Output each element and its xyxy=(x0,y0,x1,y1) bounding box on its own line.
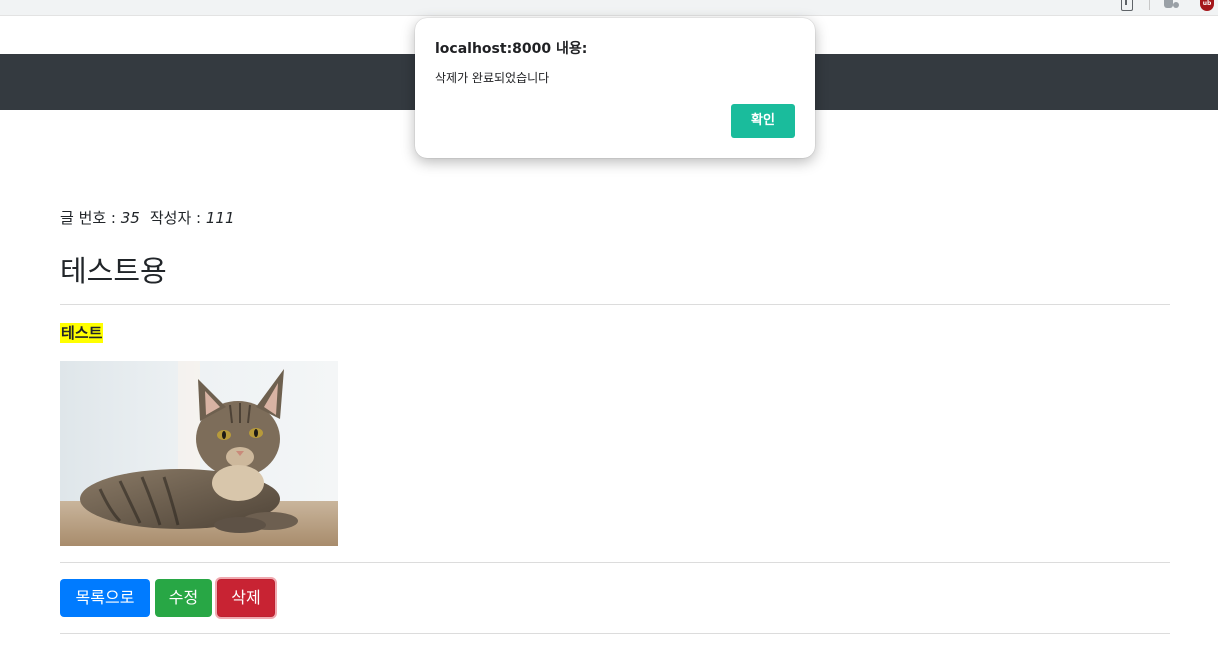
browser-toolbar: ub xyxy=(0,0,1218,16)
edit-button[interactable]: 수정 xyxy=(155,579,212,617)
bottom-divider xyxy=(60,633,1170,634)
toolbar-divider xyxy=(1149,0,1150,10)
delete-button[interactable]: 삭제 xyxy=(217,579,275,617)
post-image xyxy=(60,361,338,546)
post-author-label: 작성자 : xyxy=(149,209,206,227)
dialog-title: localhost:8000 내용: xyxy=(435,41,588,57)
content-divider xyxy=(60,562,1170,563)
share-icon[interactable] xyxy=(1121,0,1133,11)
alert-dialog: localhost:8000 내용: 삭제가 완료되었습니다 확인 xyxy=(415,18,815,158)
post-author-value: 111 xyxy=(205,209,235,227)
post-number-value: 35 xyxy=(120,209,140,227)
title-divider xyxy=(60,304,1170,305)
post-title: 테스트용 xyxy=(60,254,167,288)
cat-image-illustration xyxy=(60,361,338,546)
post-highlighted-text: 테스트 xyxy=(60,323,104,343)
post-number-label: 글 번호 : xyxy=(60,209,121,227)
dialog-ok-button[interactable]: 확인 xyxy=(731,104,795,138)
post-meta: 글 번호 : 35 작성자 : 111 xyxy=(60,207,235,229)
back-to-list-button[interactable]: 목록으로 xyxy=(60,579,150,617)
extensions-icon[interactable] xyxy=(1164,0,1180,10)
dialog-message: 삭제가 완료되었습니다 xyxy=(435,71,550,85)
profile-icon[interactable]: ub xyxy=(1200,0,1214,11)
